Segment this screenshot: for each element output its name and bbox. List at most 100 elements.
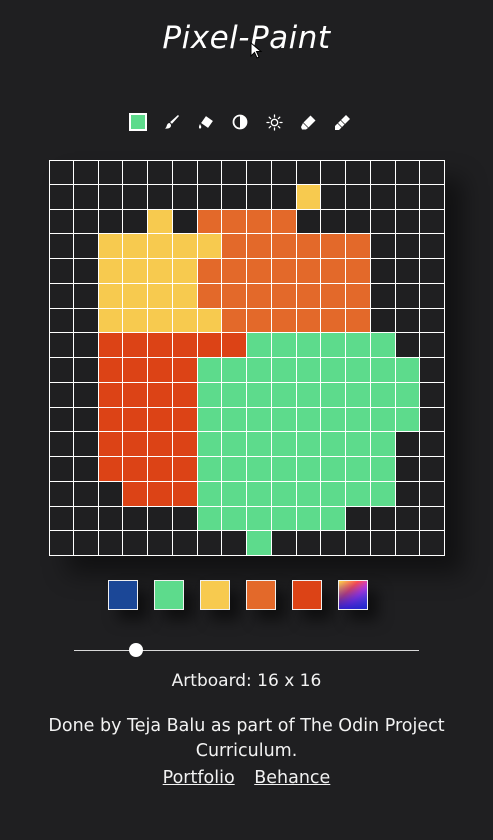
grid-cell[interactable] bbox=[172, 283, 198, 309]
grid-cell[interactable] bbox=[98, 234, 124, 259]
grid-cell[interactable] bbox=[197, 407, 223, 433]
grid-cell[interactable] bbox=[247, 407, 272, 433]
artboard-grid[interactable] bbox=[49, 160, 445, 556]
grid-cell[interactable] bbox=[197, 259, 223, 284]
grid-cell[interactable] bbox=[148, 333, 173, 358]
grid-cell[interactable] bbox=[49, 506, 74, 532]
grid-cell[interactable] bbox=[395, 160, 421, 185]
grid-cell[interactable] bbox=[222, 407, 247, 433]
clear-tool-button[interactable] bbox=[331, 111, 353, 133]
grid-cell[interactable] bbox=[197, 432, 223, 457]
grid-cell[interactable] bbox=[49, 531, 74, 556]
grid-cell[interactable] bbox=[420, 160, 445, 185]
grid-cell[interactable] bbox=[395, 184, 421, 210]
grid-cell[interactable] bbox=[98, 308, 124, 334]
palette-blue[interactable] bbox=[108, 580, 138, 610]
grid-cell[interactable] bbox=[395, 259, 421, 284]
grid-cell[interactable] bbox=[321, 432, 346, 457]
grid-cell[interactable] bbox=[222, 531, 247, 556]
grid-cell[interactable] bbox=[296, 481, 322, 507]
grid-cell[interactable] bbox=[296, 531, 322, 556]
grid-cell[interactable] bbox=[247, 283, 272, 309]
grid-cell[interactable] bbox=[222, 209, 247, 235]
grid-cell[interactable] bbox=[395, 308, 421, 334]
grid-cell[interactable] bbox=[296, 358, 322, 383]
grid-cell[interactable] bbox=[395, 432, 421, 457]
grid-cell[interactable] bbox=[98, 160, 124, 185]
grid-cell[interactable] bbox=[370, 333, 396, 358]
grid-cell[interactable] bbox=[420, 481, 445, 507]
grid-cell[interactable] bbox=[370, 234, 396, 259]
grid-cell[interactable] bbox=[197, 234, 223, 259]
grid-cell[interactable] bbox=[148, 308, 173, 334]
grid-cell[interactable] bbox=[271, 506, 297, 532]
grid-cell[interactable] bbox=[420, 333, 445, 358]
grid-cell[interactable] bbox=[222, 283, 247, 309]
grid-cell[interactable] bbox=[222, 432, 247, 457]
grid-cell[interactable] bbox=[346, 481, 371, 507]
grid-cell[interactable] bbox=[73, 184, 99, 210]
grid-cell[interactable] bbox=[172, 234, 198, 259]
grid-cell[interactable] bbox=[370, 506, 396, 532]
grid-cell[interactable] bbox=[321, 234, 346, 259]
grid-cell[interactable] bbox=[271, 160, 297, 185]
grid-cell[interactable] bbox=[98, 209, 124, 235]
grid-cell[interactable] bbox=[73, 160, 99, 185]
grid-cell[interactable] bbox=[247, 333, 272, 358]
grid-cell[interactable] bbox=[172, 184, 198, 210]
grid-cell[interactable] bbox=[123, 160, 148, 185]
grid-cell[interactable] bbox=[296, 234, 322, 259]
grid-cell[interactable] bbox=[49, 283, 74, 309]
grid-cell[interactable] bbox=[346, 308, 371, 334]
grid-cell[interactable] bbox=[123, 506, 148, 532]
grid-cell[interactable] bbox=[321, 382, 346, 408]
grid-cell[interactable] bbox=[370, 308, 396, 334]
grid-cell[interactable] bbox=[271, 234, 297, 259]
grid-cell[interactable] bbox=[370, 531, 396, 556]
grid-cell[interactable] bbox=[49, 308, 74, 334]
grid-cell[interactable] bbox=[172, 259, 198, 284]
grid-cell[interactable] bbox=[420, 184, 445, 210]
grid-cell[interactable] bbox=[172, 481, 198, 507]
grid-cell[interactable] bbox=[123, 481, 148, 507]
grid-cell[interactable] bbox=[222, 259, 247, 284]
grid-cell[interactable] bbox=[172, 382, 198, 408]
grid-cell[interactable] bbox=[197, 358, 223, 383]
grid-cell[interactable] bbox=[296, 506, 322, 532]
grid-cell[interactable] bbox=[395, 358, 421, 383]
grid-cell[interactable] bbox=[123, 531, 148, 556]
grid-cell[interactable] bbox=[420, 234, 445, 259]
grid-cell[interactable] bbox=[321, 358, 346, 383]
grid-cell[interactable] bbox=[73, 358, 99, 383]
grid-cell[interactable] bbox=[247, 457, 272, 482]
grid-cell[interactable] bbox=[148, 259, 173, 284]
grid-cell[interactable] bbox=[98, 407, 124, 433]
grid-cell[interactable] bbox=[420, 259, 445, 284]
grid-cell[interactable] bbox=[271, 382, 297, 408]
grid-cell[interactable] bbox=[346, 184, 371, 210]
grid-cell[interactable] bbox=[49, 184, 74, 210]
grid-cell[interactable] bbox=[271, 481, 297, 507]
grid-cell[interactable] bbox=[98, 432, 124, 457]
grid-cell[interactable] bbox=[346, 333, 371, 358]
grid-cell[interactable] bbox=[49, 358, 74, 383]
grid-cell[interactable] bbox=[123, 457, 148, 482]
grid-cell[interactable] bbox=[321, 481, 346, 507]
grid-cell[interactable] bbox=[222, 358, 247, 383]
grid-cell[interactable] bbox=[247, 358, 272, 383]
grid-cell[interactable] bbox=[172, 333, 198, 358]
grid-cell[interactable] bbox=[346, 209, 371, 235]
grid-cell[interactable] bbox=[370, 432, 396, 457]
grid-size-slider-thumb[interactable] bbox=[129, 643, 144, 657]
grid-cell[interactable] bbox=[370, 407, 396, 433]
portfolio-link[interactable]: Portfolio bbox=[163, 768, 235, 788]
grid-cell[interactable] bbox=[73, 457, 99, 482]
grid-cell[interactable] bbox=[296, 407, 322, 433]
grid-cell[interactable] bbox=[296, 209, 322, 235]
grid-cell[interactable] bbox=[346, 407, 371, 433]
fill-tool-button[interactable] bbox=[195, 111, 217, 133]
grid-cell[interactable] bbox=[370, 283, 396, 309]
grid-cell[interactable] bbox=[296, 333, 322, 358]
grid-cell[interactable] bbox=[172, 506, 198, 532]
grid-cell[interactable] bbox=[98, 259, 124, 284]
